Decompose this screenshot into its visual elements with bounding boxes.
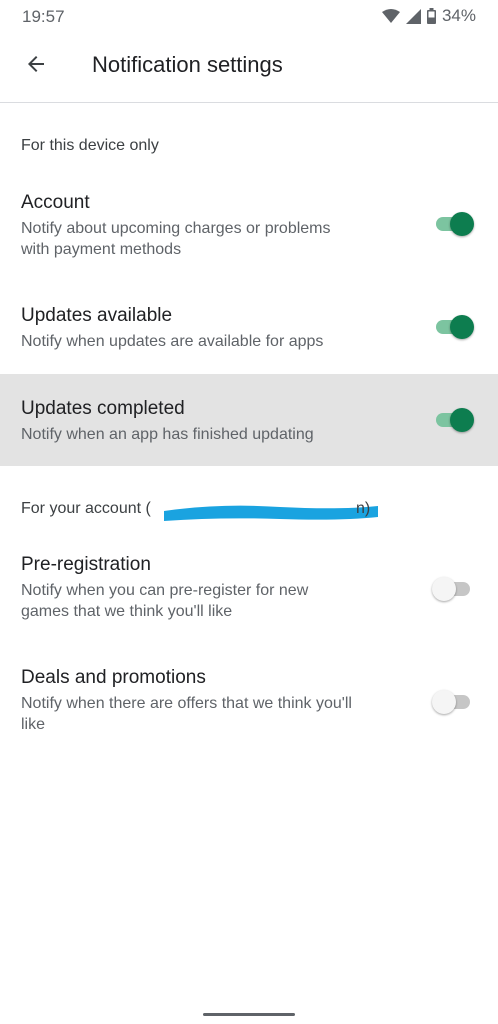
- battery-percent: 34%: [441, 6, 476, 25]
- notification-settings-screen: 19:57 34% Notification settings For this…: [0, 0, 498, 1024]
- description-line: Notify when an app has finished updating: [21, 426, 314, 443]
- signal-icon: [405, 8, 421, 24]
- arrow-left-icon: [24, 52, 48, 81]
- deals-promotions-toggle[interactable]: [432, 689, 474, 715]
- setting-row-pre-registration[interactable]: Pre-registration Notify when you can pre…: [0, 542, 498, 642]
- page-title: Notification settings: [92, 52, 283, 77]
- setting-description: Notify when updates are available for ap…: [21, 331, 401, 352]
- redaction-mark: [164, 505, 378, 521]
- description-line: like: [21, 716, 46, 733]
- toggle-thumb: [450, 315, 474, 339]
- setting-title: Pre-registration: [21, 554, 151, 575]
- setting-description: Notify when an app has finished updating: [21, 424, 401, 445]
- pre-registration-toggle[interactable]: [432, 576, 474, 602]
- account-toggle[interactable]: [432, 211, 474, 237]
- toggle-thumb: [432, 577, 456, 601]
- setting-row-account[interactable]: Account Notify about upcoming charges or…: [0, 180, 498, 280]
- gesture-nav-handle[interactable]: [203, 1013, 295, 1016]
- setting-row-updates-completed[interactable]: Updates completed Notify when an app has…: [0, 374, 498, 466]
- status-icons: 34%: [381, 6, 476, 26]
- toggle-thumb: [432, 690, 456, 714]
- updates-completed-toggle[interactable]: [432, 407, 474, 433]
- setting-title: Updates completed: [21, 398, 185, 419]
- setting-title: Updates available: [21, 305, 173, 326]
- toggle-thumb: [450, 408, 474, 432]
- setting-description: Notify about upcoming charges or problem…: [21, 218, 401, 260]
- updates-available-toggle[interactable]: [432, 314, 474, 340]
- section-header-suffix: n): [356, 500, 371, 517]
- back-button[interactable]: [14, 44, 58, 88]
- description-line: with payment methods: [21, 241, 182, 258]
- section-header-account: For your account (: [21, 500, 151, 517]
- status-bar: 19:57 34%: [0, 0, 498, 34]
- description-line: Notify about upcoming charges or problem…: [21, 220, 331, 237]
- setting-title: Deals and promotions: [21, 667, 206, 688]
- status-time: 19:57: [22, 7, 65, 26]
- description-line: Notify when you can pre-register for new: [21, 582, 309, 599]
- battery-icon: [426, 8, 436, 24]
- wifi-icon: [381, 9, 400, 23]
- setting-row-deals-promotions[interactable]: Deals and promotions Notify when there a…: [0, 655, 498, 755]
- section-header-device: For this device only: [21, 137, 159, 154]
- description-line: Notify when there are offers that we thi…: [21, 695, 352, 712]
- setting-description: Notify when you can pre-register for new…: [21, 580, 401, 622]
- toggle-thumb: [450, 212, 474, 236]
- app-bar: Notification settings: [0, 34, 498, 103]
- description-line: games that we think you'll like: [21, 603, 233, 620]
- description-line: Notify when updates are available for ap…: [21, 333, 324, 350]
- setting-description: Notify when there are offers that we thi…: [21, 693, 401, 735]
- setting-row-updates-available[interactable]: Updates available Notify when updates ar…: [0, 293, 498, 371]
- setting-title: Account: [21, 192, 90, 213]
